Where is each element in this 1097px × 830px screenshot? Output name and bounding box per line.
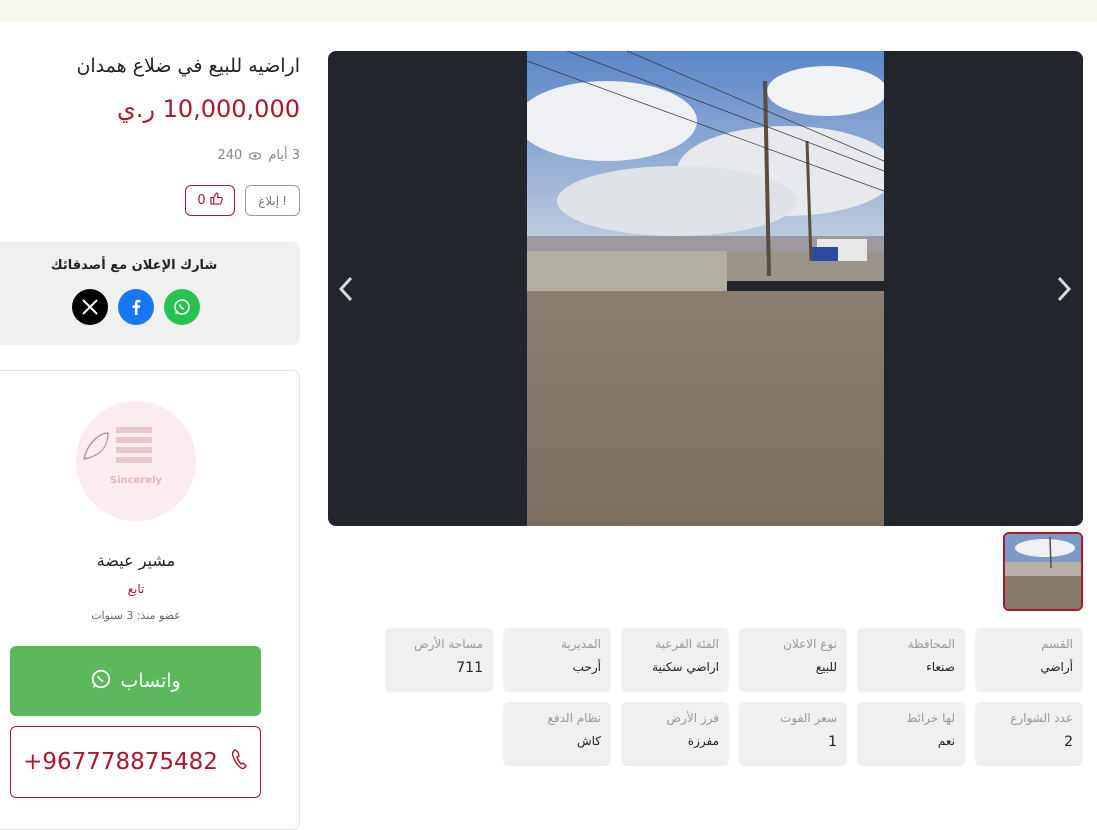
top-banner-strip — [0, 0, 1097, 22]
prev-image-arrow[interactable] — [334, 274, 358, 304]
share-title: شارك الإعلان مع أصدقائك — [50, 258, 218, 273]
whatsapp-icon[interactable] — [164, 289, 200, 325]
spec-label: فرز الأرض — [666, 711, 719, 725]
share-box: شارك الإعلان مع أصدقائك — [0, 242, 300, 345]
listing-price: 10,000,000 ر.ي — [116, 95, 300, 123]
spec-value: 711 — [456, 660, 483, 676]
spec-label: عدد الشوارع — [1010, 711, 1073, 725]
eye-icon — [248, 149, 262, 163]
next-image-arrow[interactable] — [1052, 274, 1076, 304]
seller-avatar[interactable]: Sincerely — [76, 401, 196, 521]
spec-value: اراضي سكنية — [652, 660, 719, 674]
spec-governorate: المحافظة صنعاء — [857, 628, 965, 692]
spec-value: أراضي — [1040, 660, 1073, 674]
share-icons — [72, 289, 200, 325]
listing-title: اراضيه للبيع في ضلاع همدان — [76, 55, 300, 77]
facebook-icon[interactable] — [118, 289, 154, 325]
spec-value: أرحب — [572, 660, 601, 674]
spec-label: لها خرائط — [906, 711, 955, 725]
spec-ad-type: نوع الاعلان للبيع — [739, 628, 847, 692]
spec-label: الفئة الفرعية — [655, 637, 719, 651]
spec-foot-price: سعر الفوت 1 — [739, 702, 847, 766]
spec-land-area: مساحة الأرض 711 — [385, 628, 493, 692]
alert-icon: ! — [282, 193, 287, 208]
spec-label: نظام الدفع — [547, 711, 602, 725]
seller-name[interactable]: مشير عيضة — [0, 551, 272, 570]
spec-payment-system: نظام الدفع كاش — [503, 702, 611, 766]
spec-value: نعم — [937, 734, 955, 748]
seller-member-since: عضو منذ: 3 سنوات — [91, 609, 181, 622]
image-gallery[interactable] — [328, 51, 1083, 526]
spec-subcategory: الفئة الفرعية اراضي سكنية — [621, 628, 729, 692]
phone-button[interactable]: +967778875482 — [10, 726, 261, 798]
spec-district: المديرية أرحب — [503, 628, 611, 692]
spec-land-sorting: فرز الأرض مفرزة — [621, 702, 729, 766]
spec-value: مفرزة — [687, 734, 719, 748]
spec-value: للبيع — [815, 660, 837, 674]
spec-value: كاش — [576, 734, 601, 748]
spec-label: نوع الاعلان — [783, 637, 837, 651]
spec-label: القسم — [1041, 637, 1073, 651]
listing-age: 3 أيام — [268, 148, 300, 163]
x-icon[interactable] — [72, 289, 108, 325]
listing-photo[interactable] — [527, 51, 884, 526]
whatsapp-label: واتساب — [120, 670, 181, 692]
whatsapp-button[interactable]: واتساب — [10, 646, 261, 716]
spec-value: 2 — [1064, 734, 1073, 750]
avatar-text: Sincerely — [109, 475, 163, 486]
spec-has-maps: لها خرائط نعم — [857, 702, 965, 766]
whatsapp-icon — [90, 668, 112, 695]
report-label: إبلاغ — [258, 193, 280, 208]
phone-number: +967778875482 — [23, 749, 218, 775]
spec-category: القسم أراضي — [975, 628, 1083, 692]
spec-label: المحافظة — [907, 637, 955, 651]
listing-views: 240 — [217, 148, 243, 163]
seller-role: تابع — [127, 582, 145, 596]
spec-value: صنعاء — [926, 660, 955, 674]
spec-label: المديرية — [561, 637, 601, 651]
gallery-thumbnail[interactable] — [1003, 532, 1083, 611]
like-button[interactable]: 0 — [185, 185, 235, 216]
spec-label: مساحة الأرض — [414, 637, 483, 651]
report-button[interactable]: ! إبلاغ — [245, 185, 300, 216]
spec-streets: عدد الشوارع 2 — [975, 702, 1083, 766]
like-count: 0 — [197, 193, 206, 208]
phone-icon — [230, 748, 248, 776]
spec-label: سعر الفوت — [780, 711, 837, 725]
thumbs-up-icon — [210, 192, 223, 209]
listing-meta: 3 أيام 240 — [218, 148, 300, 163]
spec-value: 1 — [828, 734, 837, 750]
